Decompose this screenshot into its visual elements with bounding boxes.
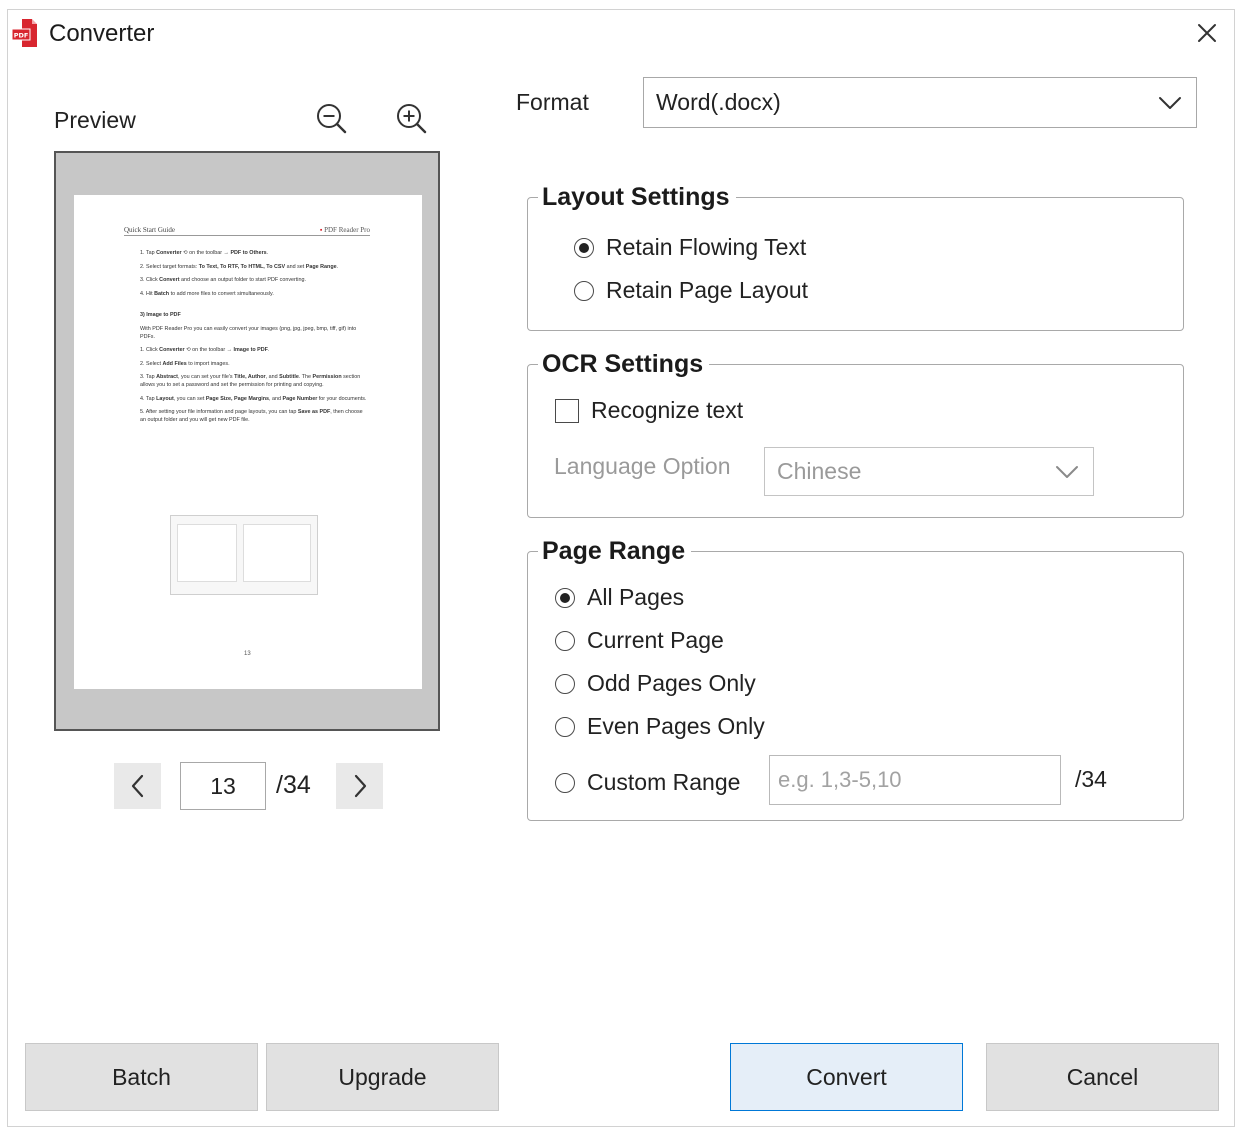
chevron-down-icon — [1056, 465, 1078, 478]
format-label: Format — [516, 89, 589, 115]
checkbox-indicator — [555, 398, 579, 423]
page-total: /34 — [276, 771, 311, 799]
page-number-input[interactable] — [180, 762, 266, 810]
convert-button[interactable]: Convert — [730, 1043, 963, 1111]
chevron-down-icon — [1159, 96, 1181, 109]
radio-indicator — [555, 630, 575, 651]
converter-dialog: PDF Converter Preview Quick Start Guide — [7, 9, 1235, 1127]
cancel-button[interactable]: Cancel — [986, 1043, 1219, 1111]
option-label: Retain Page Layout — [606, 277, 809, 303]
language-dropdown[interactable]: Chinese — [764, 447, 1094, 496]
radio-indicator — [574, 280, 594, 301]
radio-indicator — [555, 587, 575, 608]
option-label: Custom Range — [587, 769, 741, 795]
radio-indicator — [555, 673, 575, 694]
thumbnail-screenshot — [170, 515, 318, 595]
option-label: Current Page — [587, 627, 724, 653]
pdf-app-icon: PDF — [10, 16, 44, 50]
page-range-legend: Page Range — [542, 537, 686, 565]
close-icon — [1198, 24, 1216, 42]
previous-page-button[interactable] — [114, 763, 161, 809]
current-page-radio[interactable]: Current Page — [555, 627, 724, 654]
thumbnail-page-number: 13 — [244, 651, 251, 657]
close-button[interactable] — [1190, 16, 1224, 50]
even-pages-only-radio[interactable]: Even Pages Only — [555, 713, 765, 740]
zoom-out-icon — [317, 104, 347, 134]
zoom-in-button[interactable] — [391, 98, 431, 138]
chevron-right-icon — [354, 774, 366, 798]
option-label: Recognize text — [591, 397, 744, 423]
radio-indicator — [574, 237, 594, 258]
format-selected-value: Word(.docx) — [656, 89, 781, 115]
window-title: Converter — [49, 20, 155, 47]
preview-frame[interactable]: Quick Start Guide ▪ PDF Reader Pro 1. Ta… — [54, 151, 440, 731]
custom-range-total: /34 — [1075, 766, 1107, 792]
thumbnail-body: 1. Tap Converter ⟲ on the toolbar → PDF … — [140, 250, 367, 423]
recognize-text-checkbox[interactable]: Recognize text — [555, 397, 743, 424]
option-label: Retain Flowing Text — [606, 234, 807, 260]
format-dropdown[interactable]: Word(.docx) — [643, 77, 1197, 128]
retain-flowing-text-radio[interactable]: Retain Flowing Text — [574, 234, 806, 261]
svg-text:PDF: PDF — [14, 32, 29, 40]
language-selected-value: Chinese — [777, 458, 862, 484]
preview-page-thumbnail: Quick Start Guide ▪ PDF Reader Pro 1. Ta… — [74, 195, 422, 689]
zoom-out-button[interactable] — [311, 98, 351, 138]
option-label: All Pages — [587, 584, 685, 610]
ocr-settings-legend: OCR Settings — [542, 350, 704, 378]
title-bar: PDF Converter — [8, 10, 1234, 62]
batch-button[interactable]: Batch — [25, 1043, 258, 1111]
upgrade-button[interactable]: Upgrade — [266, 1043, 499, 1111]
custom-range-radio[interactable]: Custom Range — [555, 769, 740, 796]
next-page-button[interactable] — [336, 763, 383, 809]
language-option-label: Language Option — [554, 453, 731, 479]
retain-page-layout-radio[interactable]: Retain Page Layout — [574, 277, 808, 304]
chevron-left-icon — [131, 774, 143, 798]
radio-indicator — [555, 772, 575, 793]
preview-label: Preview — [54, 107, 136, 133]
odd-pages-only-radio[interactable]: Odd Pages Only — [555, 670, 756, 697]
option-label: Even Pages Only — [587, 713, 765, 739]
zoom-in-icon — [397, 104, 427, 134]
option-label: Odd Pages Only — [587, 670, 756, 696]
all-pages-radio[interactable]: All Pages — [555, 584, 684, 611]
radio-indicator — [555, 716, 575, 737]
layout-settings-legend: Layout Settings — [542, 183, 730, 211]
custom-range-input[interactable] — [769, 755, 1061, 805]
thumbnail-header: Quick Start Guide ▪ PDF Reader Pro — [124, 226, 370, 236]
